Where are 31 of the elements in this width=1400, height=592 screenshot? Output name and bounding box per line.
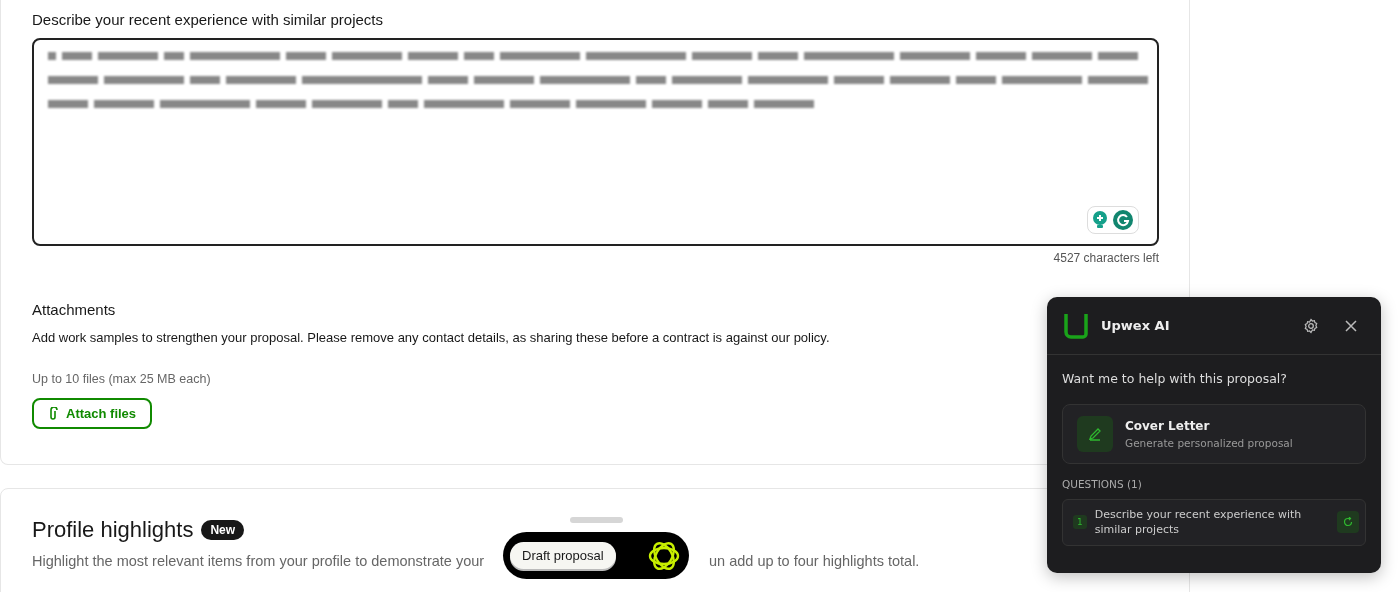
refresh-icon [1343,517,1353,528]
drag-handle[interactable] [570,517,623,523]
question-number: 1 [1073,515,1087,530]
panel-title: Upwex AI [1101,318,1170,333]
highlights-description: un add up to four highlights total. [709,553,921,569]
attachments-description: Add work samples to strengthen your proposal. Please remove any contact details, as sharing these before a contract is against our policy. [32,330,831,345]
action-subtitle: Generate personalized proposal [1125,437,1293,449]
question-item[interactable]: 1 Describe your recent experience with similar projects [1062,499,1366,546]
logo-icon [1063,312,1089,339]
close-icon[interactable] [1345,319,1357,332]
regenerate-button[interactable] [1337,511,1359,534]
settings-icon[interactable] [1303,317,1319,334]
cover-letter-card[interactable]: Cover Letter Generate personalized proposal [1062,404,1366,464]
section-title: Profile highlights [32,517,194,543]
grammar-logo-icon[interactable] [1112,209,1134,231]
assistant-prompt: Want me to help with this proposal? [1062,371,1288,386]
paperclip-icon [48,406,58,421]
pencil-icon [1088,427,1102,441]
section-title: Attachments [32,301,117,318]
field-label: Describe your recent experience with similar projects [32,11,384,28]
file-limit: Up to 10 files (max 25 MB each) [32,372,211,386]
questions-heading: QUESTIONS (1) [1062,478,1143,490]
characters-left: 4527 characters left [1052,251,1159,265]
attach-files-button[interactable]: Attach files [32,398,153,429]
highlights-description: Highlight the most relevant items from your profile to demonstrate your [32,553,485,569]
new-badge: New [201,520,245,540]
draft-proposal-button[interactable]: Draft proposal [510,542,616,569]
experience-text-area[interactable] [32,38,1159,246]
action-title: Cover Letter [1125,419,1211,433]
question-text: Describe your recent experience with similar projects [1094,507,1303,538]
bulb-icon[interactable] [1092,211,1108,229]
